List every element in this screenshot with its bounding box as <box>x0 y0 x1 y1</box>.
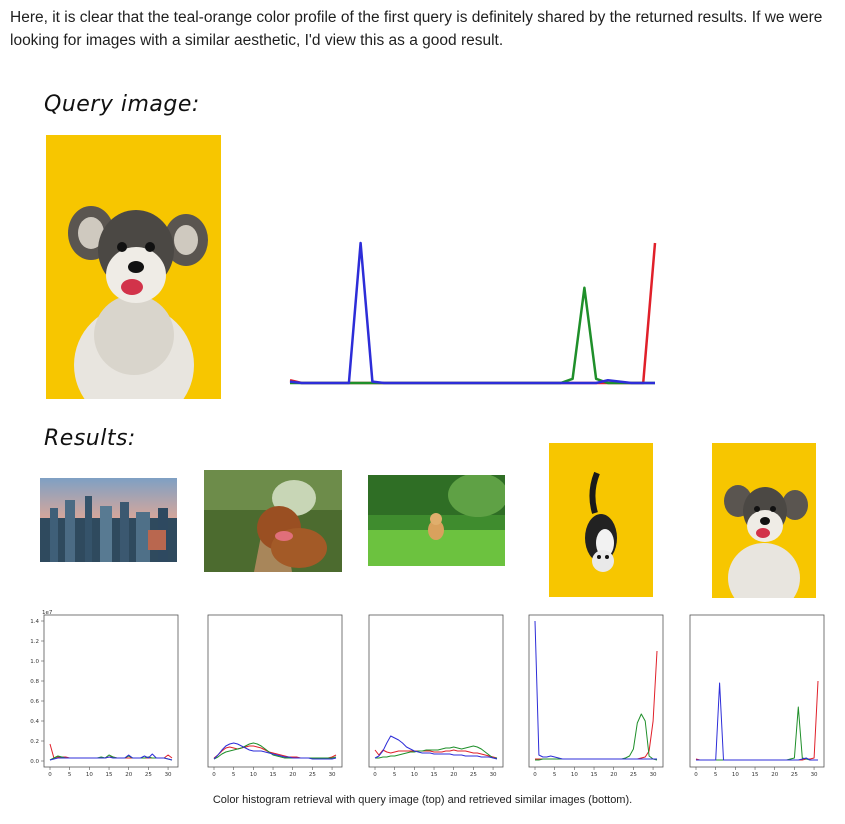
result-image-city <box>40 478 177 562</box>
series-blue <box>49 753 173 761</box>
result-image-cat-yellow <box>549 443 653 597</box>
result-image-dog-path <box>204 470 342 572</box>
x-tick-label: 5 <box>68 772 72 778</box>
x-tick-label: 25 <box>145 772 152 778</box>
axes-frame <box>528 614 664 768</box>
series-red <box>213 745 337 759</box>
results-heading: Results: <box>44 426 136 451</box>
series-red <box>535 650 658 760</box>
x-tick-label: 20 <box>771 772 778 778</box>
result-image-schnauzer <box>712 443 816 598</box>
query-heading: Query image: <box>44 92 200 117</box>
y-tick-label: 1.4 <box>30 619 39 625</box>
x-tick-label: 25 <box>309 772 316 778</box>
series-green <box>213 742 337 760</box>
x-tick-label: 10 <box>86 772 93 778</box>
y-tick-label: 0.0 <box>30 759 39 765</box>
x-tick-label: 30 <box>329 772 336 778</box>
x-tick-label: 5 <box>393 772 397 778</box>
x-tick-label: 0 <box>48 772 52 778</box>
x-tick-label: 30 <box>811 772 818 778</box>
x-tick-label: 0 <box>212 772 216 778</box>
x-tick-label: 5 <box>553 772 557 778</box>
x-tick-label: 10 <box>571 772 578 778</box>
figure-caption: Color histogram retrieval with query ima… <box>212 794 633 806</box>
x-tick-label: 10 <box>411 772 418 778</box>
axes-frame <box>368 614 504 768</box>
x-tick-label: 5 <box>714 772 718 778</box>
y-tick-label: 0.6 <box>30 699 39 705</box>
x-tick-label: 0 <box>694 772 698 778</box>
axes-frame <box>207 614 343 768</box>
result-image-kitten <box>368 475 505 566</box>
x-tick-label: 10 <box>732 772 739 778</box>
y-tick-label: 0.2 <box>30 739 39 745</box>
result-histogram-1: 0.0 0.2 0.4 0.6 0.8 1.0 1.2 1.41e7 0 5 10 15 20 25 30 <box>30 610 179 778</box>
result-histogram-2: 0 5 10 15 20 25 30 <box>207 614 343 778</box>
y-tick-label: 0.4 <box>30 719 39 725</box>
x-tick-label: 30 <box>650 772 657 778</box>
query-series-blue <box>289 241 655 385</box>
x-tick-label: 15 <box>591 772 598 778</box>
series-blue <box>213 742 337 760</box>
query-series-green <box>290 286 655 385</box>
x-tick-label: 0 <box>373 772 377 778</box>
x-tick-label: 15 <box>106 772 113 778</box>
x-tick-label: 10 <box>250 772 257 778</box>
axes-frame <box>43 614 179 768</box>
result-histogram-3: 0 5 10 15 20 25 30 <box>368 614 504 778</box>
result-histogram-4: 0 5 10 15 20 25 30 <box>528 614 664 778</box>
x-tick-label: 25 <box>470 772 477 778</box>
x-tick-label: 20 <box>289 772 296 778</box>
query-histogram <box>289 241 657 385</box>
x-tick-label: 20 <box>450 772 457 778</box>
y-tick-label: 1.2 <box>30 639 39 645</box>
query-series-red <box>289 242 657 385</box>
x-tick-label: 20 <box>125 772 132 778</box>
x-tick-label: 30 <box>165 772 172 778</box>
series-green <box>535 713 658 761</box>
x-tick-label: 15 <box>270 772 277 778</box>
y-exponent-label: 1e7 <box>42 610 53 616</box>
x-tick-label: 25 <box>791 772 798 778</box>
x-tick-label: 5 <box>232 772 236 778</box>
result-histogram-5: 0 5 10 15 20 25 30 <box>689 614 825 778</box>
query-image <box>46 135 221 399</box>
x-tick-label: 0 <box>533 772 537 778</box>
x-tick-label: 15 <box>431 772 438 778</box>
intro-paragraph: Here, it is clear that the teal-orange c… <box>10 9 823 49</box>
x-tick-label: 25 <box>630 772 637 778</box>
x-tick-label: 20 <box>610 772 617 778</box>
y-tick-label: 1.0 <box>30 659 39 665</box>
x-tick-label: 30 <box>490 772 497 778</box>
series-blue <box>534 620 657 760</box>
x-tick-label: 15 <box>752 772 759 778</box>
axes-frame <box>689 614 825 768</box>
y-tick-label: 0.8 <box>30 679 39 685</box>
series-green <box>696 706 818 761</box>
